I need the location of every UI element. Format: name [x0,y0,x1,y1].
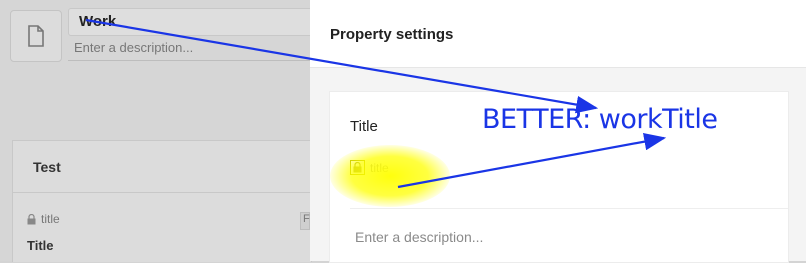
property-description-input[interactable]: Enter a description... [355,229,483,245]
document-icon [28,25,44,47]
card-field-label: Title [27,238,54,253]
divider [350,208,788,209]
annotation-text: BETTER: workTitle [482,104,718,135]
yellow-highlight [330,145,450,207]
card-title: Test [13,141,311,193]
card-edge-button[interactable]: F [300,212,310,230]
description-underline [68,60,310,61]
card-field-key-text: title [41,212,60,226]
property-title[interactable]: Title [350,118,378,135]
lock-icon [27,213,36,224]
editor-background: Work Enter a description... Test title T… [0,0,318,262]
document-description-input[interactable]: Enter a description... [74,40,304,55]
document-type-button[interactable] [10,10,62,62]
document-name-input[interactable]: Work [68,8,318,36]
panel-title: Property settings [310,0,806,68]
card-field-key[interactable]: title [27,212,60,226]
schema-card: Test title Title [12,140,312,262]
